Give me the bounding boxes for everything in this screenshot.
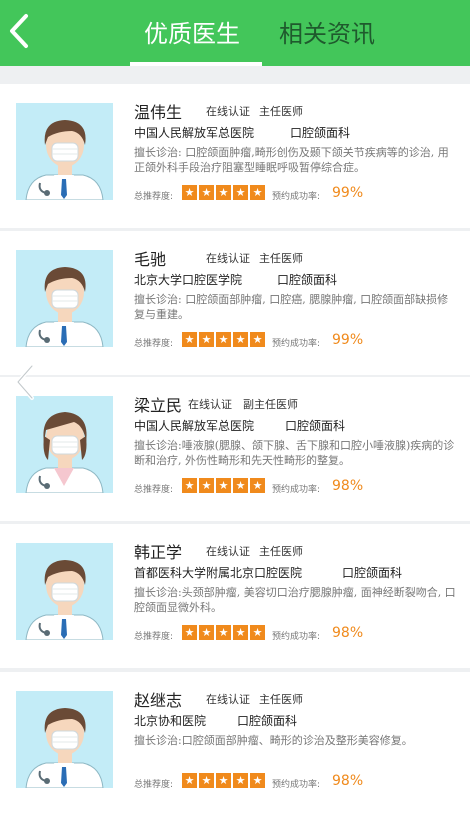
tab-quality-doctors[interactable]: 优质医生 (144, 14, 240, 49)
rating-label: 总推荐度: (134, 339, 174, 349)
star-icon: ★ (233, 478, 248, 493)
star-icon: ★ (199, 185, 214, 200)
doctor-department: 口腔颌面科 (342, 566, 403, 580)
star-icon: ★ (182, 625, 197, 640)
doctor-specialty: 擅长诊治: 口腔颌面部肿瘤, 口腔癌, 腮腺肿瘤, 口腔颌面部缺损修复与重建。 (134, 293, 449, 321)
rating-stars: ★ ★ ★ ★ ★ (182, 625, 265, 640)
online-cert-badge: 在线认证 (206, 693, 250, 706)
success-rate-value: 99% (332, 185, 364, 201)
doctor-department: 口腔颌面科 (277, 273, 338, 287)
rating-label: 总推荐度: (134, 192, 174, 202)
rating-label: 总推荐度: (134, 780, 174, 790)
star-icon: ★ (199, 625, 214, 640)
swipe-back-arrow-icon[interactable] (12, 362, 38, 402)
doctor-specialty: 擅长诊治:唾液腺(腮腺、颌下腺、舌下腺和口腔小唾液腺)疾病的诊断和治疗, 外伤性… (134, 439, 455, 467)
star-icon: ★ (233, 332, 248, 347)
success-rate-value: 98% (332, 625, 364, 641)
doctor-hospital: 北京大学口腔医学院 (134, 273, 243, 287)
doctor-title: 主任医师 (259, 105, 303, 118)
doctor-title: 副主任医师 (243, 398, 298, 411)
doctor-hospital: 中国人民解放军总医院 (134, 419, 255, 433)
doctor-avatar (16, 250, 113, 347)
success-rate-label: 预约成功率: (272, 485, 321, 495)
rating-label: 总推荐度: (134, 485, 174, 495)
doctor-card[interactable]: 梁立民 在线认证 副主任医师 中国人民解放军总医院 口腔颌面科 擅长诊治:唾液腺… (0, 377, 470, 521)
doctor-avatar (16, 396, 113, 493)
star-icon: ★ (216, 773, 231, 788)
doctor-hospital: 首都医科大学附属北京口腔医院 (134, 566, 303, 580)
success-rate-label: 预约成功率: (272, 339, 321, 349)
star-icon: ★ (182, 332, 197, 347)
star-icon: ★ (216, 478, 231, 493)
doctor-avatar (16, 691, 113, 788)
doctor-specialty: 擅长诊治: 口腔颌面肿瘤,畸形创伤及颞下颌关节疾病等的诊治, 用正颌外科手段治疗… (134, 146, 449, 174)
doctor-name: 赵继志 (134, 691, 183, 710)
doctor-card[interactable]: 赵继志 在线认证 主任医师 北京协和医院 口腔颌面科 擅长诊治:口腔颌面部肿瘤、… (0, 672, 470, 816)
star-icon: ★ (216, 185, 231, 200)
star-icon: ★ (233, 625, 248, 640)
back-arrow-icon[interactable] (4, 10, 34, 52)
star-icon: ★ (216, 332, 231, 347)
tab-related-news[interactable]: 相关资讯 (279, 14, 375, 49)
success-rate-value: 99% (332, 332, 364, 348)
doctor-title: 主任医师 (259, 693, 303, 706)
star-icon: ★ (216, 625, 231, 640)
star-icon: ★ (199, 332, 214, 347)
star-icon: ★ (250, 185, 265, 200)
doctor-name: 韩正学 (134, 543, 183, 562)
doctor-specialty: 擅长诊治:口腔颌面部肿瘤、畸形的诊治及整形美容修复。 (134, 734, 413, 747)
star-icon: ★ (233, 773, 248, 788)
rating-stars: ★ ★ ★ ★ ★ (182, 478, 265, 493)
star-icon: ★ (250, 478, 265, 493)
success-rate-label: 预约成功率: (272, 780, 321, 790)
doctor-name: 毛驰 (134, 250, 167, 269)
doctor-department: 口腔颌面科 (237, 714, 298, 728)
doctor-avatar (16, 103, 113, 200)
star-icon: ★ (233, 185, 248, 200)
doctor-department: 口腔颌面科 (290, 126, 351, 140)
star-icon: ★ (250, 773, 265, 788)
success-rate-label: 预约成功率: (272, 192, 321, 202)
doctor-title: 主任医师 (259, 252, 303, 265)
doctor-title: 主任医师 (259, 545, 303, 558)
online-cert-badge: 在线认证 (206, 545, 250, 558)
rating-stars: ★ ★ ★ ★ ★ (182, 773, 265, 788)
doctor-specialty: 擅长诊治:头颈部肿瘤, 美容切口治疗腮腺肿瘤, 面神经断裂吻合, 口腔颌面显微外… (134, 586, 456, 614)
star-icon: ★ (182, 478, 197, 493)
online-cert-badge: 在线认证 (188, 398, 232, 411)
star-icon: ★ (199, 478, 214, 493)
star-icon: ★ (250, 625, 265, 640)
doctor-name: 温伟生 (134, 103, 183, 122)
doctor-card[interactable]: 温伟生 在线认证 主任医师 中国人民解放军总医院 口腔颌面科 擅长诊治: 口腔颌… (0, 84, 470, 228)
doctor-card[interactable]: 毛驰 在线认证 主任医师 北京大学口腔医学院 口腔颌面科 擅长诊治: 口腔颌面部… (0, 231, 470, 375)
online-cert-badge: 在线认证 (206, 105, 250, 118)
rating-stars: ★ ★ ★ ★ ★ (182, 332, 265, 347)
doctor-card[interactable]: 韩正学 在线认证 主任医师 首都医科大学附属北京口腔医院 口腔颌面科 擅长诊治:… (0, 524, 470, 668)
star-icon: ★ (199, 773, 214, 788)
success-rate-label: 预约成功率: (272, 632, 321, 642)
star-icon: ★ (182, 185, 197, 200)
app-header: 优质医生 相关资讯 (0, 0, 470, 66)
success-rate-value: 98% (332, 773, 364, 789)
active-tab-indicator (130, 62, 262, 66)
doctor-hospital: 北京协和医院 (134, 714, 207, 728)
online-cert-badge: 在线认证 (206, 252, 250, 265)
doctor-hospital: 中国人民解放军总医院 (134, 126, 255, 140)
doctor-department: 口腔颌面科 (285, 419, 346, 433)
star-icon: ★ (182, 773, 197, 788)
rating-stars: ★ ★ ★ ★ ★ (182, 185, 265, 200)
star-icon: ★ (250, 332, 265, 347)
success-rate-value: 98% (332, 478, 364, 494)
doctor-name: 梁立民 (134, 396, 183, 415)
doctor-avatar (16, 543, 113, 640)
rating-label: 总推荐度: (134, 632, 174, 642)
